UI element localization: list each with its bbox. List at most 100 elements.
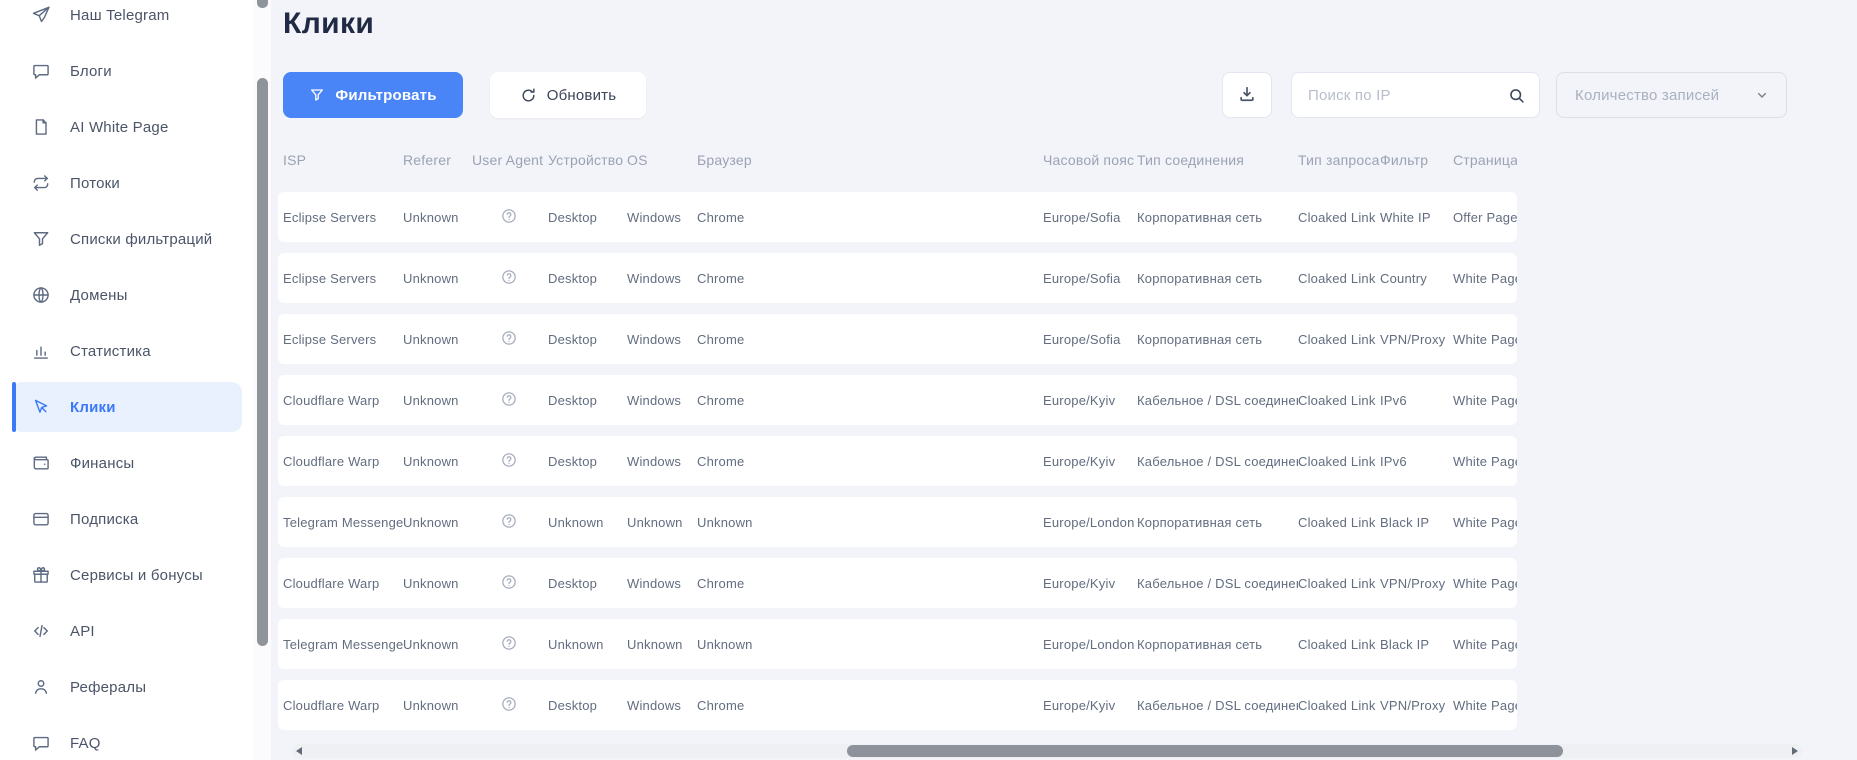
sidebar-item-services[interactable]: Сервисы и бонусы — [12, 550, 242, 600]
page-icon — [31, 117, 51, 137]
records-select[interactable]: Количество записей — [1556, 72, 1787, 118]
cell-isp: Telegram Messenger — [278, 515, 403, 530]
refresh-button[interactable]: Обновить — [490, 72, 646, 118]
search-icon[interactable] — [1507, 86, 1526, 105]
cell-os: Windows — [627, 454, 697, 469]
main-vertical-scrollbar[interactable] — [253, 0, 271, 760]
search-box — [1291, 72, 1540, 118]
user-agent-question-circle-icon[interactable] — [500, 329, 518, 347]
cell-timezone: Europe/Kyiv — [1043, 393, 1137, 408]
cell-timezone: Europe/Sofia — [1043, 210, 1137, 225]
cell-filter: IPv6 — [1380, 393, 1453, 408]
sidebar-item-referrals[interactable]: Рефералы — [12, 662, 242, 712]
cell-page: White Page — [1453, 332, 1517, 347]
cell-os: Unknown — [627, 515, 697, 530]
cell-os: Windows — [627, 332, 697, 347]
cell-connection: Кабельное / DSL соединение — [1137, 454, 1298, 469]
horizontal-scrollbar-thumb[interactable] — [847, 745, 1563, 757]
refresh-button-label: Обновить — [547, 87, 617, 104]
user-agent-question-circle-icon[interactable] — [500, 512, 518, 530]
cell-user-agent — [472, 390, 548, 411]
cell-request-type: Cloaked Link — [1298, 393, 1380, 408]
cell-page: White Page — [1453, 454, 1517, 469]
table-row: Cloudflare WarpUnknownDesktopWindowsChro… — [278, 558, 1517, 608]
user-agent-question-circle-icon[interactable] — [500, 207, 518, 225]
cell-user-agent — [472, 695, 548, 716]
card-icon — [31, 509, 51, 529]
column-header: Фильтр — [1380, 152, 1453, 168]
cell-referer: Unknown — [403, 210, 472, 225]
cell-browser: Chrome — [697, 332, 1043, 347]
sidebar-item-label: Рефералы — [70, 679, 146, 696]
sidebar-item-faq[interactable]: FAQ — [12, 718, 242, 760]
sidebar-item-label: Клики — [70, 399, 116, 416]
cell-page: Offer Page — [1453, 210, 1517, 225]
vertical-scrollbar-thumb[interactable] — [257, 78, 268, 646]
filter-button[interactable]: Фильтровать — [283, 72, 463, 118]
column-header: ISP — [278, 152, 403, 168]
cell-filter: White IP — [1380, 210, 1453, 225]
user-agent-question-circle-icon[interactable] — [500, 573, 518, 591]
sidebar-item-label: FAQ — [70, 735, 101, 752]
sidebar-item-clicks[interactable]: Клики — [12, 382, 242, 432]
cell-referer: Unknown — [403, 637, 472, 652]
user-agent-question-circle-icon[interactable] — [500, 634, 518, 652]
user-agent-question-circle-icon[interactable] — [500, 268, 518, 286]
table-row: Cloudflare WarpUnknownDesktopWindowsChro… — [278, 375, 1517, 425]
scroll-right-arrow-icon[interactable] — [1792, 747, 1798, 755]
cell-connection: Кабельное / DSL соединение — [1137, 576, 1298, 591]
cell-page: White Page — [1453, 698, 1517, 713]
cell-isp: Cloudflare Warp — [278, 454, 403, 469]
sidebar-item-domains[interactable]: Домены — [12, 270, 242, 320]
sidebar-item-ai-white-page[interactable]: AI White Page — [12, 102, 242, 152]
download-button[interactable] — [1222, 72, 1272, 118]
funnel-icon — [309, 87, 325, 103]
vertical-scrollbar-thumb-top[interactable] — [257, 0, 268, 8]
cell-connection: Кабельное / DSL соединение — [1137, 698, 1298, 713]
records-select-label: Количество записей — [1575, 87, 1719, 104]
refresh-icon — [520, 87, 537, 104]
sidebar: Наш Telegram Блоги AI White Page Потоки Спис… — [0, 0, 253, 760]
cell-device: Desktop — [548, 454, 627, 469]
horizontal-scrollbar[interactable] — [292, 744, 1802, 758]
sidebar-item-label: Сервисы и бонусы — [70, 567, 203, 584]
sidebar-item-api[interactable]: API — [12, 606, 242, 656]
cell-request-type: Cloaked Link — [1298, 698, 1380, 713]
sidebar-item-statistics[interactable]: Статистика — [12, 326, 242, 376]
cell-referer: Unknown — [403, 698, 472, 713]
main-content: Клики Фильтровать Обновить Количество за… — [271, 0, 1857, 760]
cell-page: White Page — [1453, 271, 1517, 286]
sidebar-item-label: Подписка — [70, 511, 138, 528]
sidebar-item-blogs[interactable]: Блоги — [12, 46, 242, 96]
sidebar-item-filter-lists[interactable]: Списки фильтраций — [12, 214, 242, 264]
table-row: Eclipse ServersUnknownDesktopWindowsChro… — [278, 253, 1517, 303]
cell-page: White Page — [1453, 576, 1517, 591]
cell-user-agent — [472, 573, 548, 594]
user-agent-question-circle-icon[interactable] — [500, 695, 518, 713]
person-icon — [31, 677, 51, 697]
user-agent-question-circle-icon[interactable] — [500, 390, 518, 408]
sidebar-item-flows[interactable]: Потоки — [12, 158, 242, 208]
sidebar-nav: Наш Telegram Блоги AI White Page Потоки Спис… — [0, 0, 253, 760]
cell-user-agent — [472, 512, 548, 533]
sidebar-item-label: Потоки — [70, 175, 120, 192]
user-agent-question-circle-icon[interactable] — [500, 451, 518, 469]
sidebar-item-telegram[interactable]: Наш Telegram — [12, 0, 242, 40]
sidebar-item-label: Статистика — [70, 343, 151, 360]
cell-timezone: Europe/London — [1043, 637, 1137, 652]
cell-referer: Unknown — [403, 576, 472, 591]
cell-page: White Page — [1453, 393, 1517, 408]
cell-request-type: Cloaked Link — [1298, 515, 1380, 530]
cell-isp: Cloudflare Warp — [278, 698, 403, 713]
scroll-left-arrow-icon[interactable] — [296, 747, 302, 755]
sidebar-item-label: Домены — [70, 287, 128, 304]
sidebar-item-label: Блоги — [70, 63, 112, 80]
sidebar-item-finance[interactable]: Финансы — [12, 438, 242, 488]
search-input[interactable] — [1292, 73, 1508, 117]
cell-referer: Unknown — [403, 271, 472, 286]
cell-device: Desktop — [548, 698, 627, 713]
cell-filter: VPN/Proxy — [1380, 576, 1453, 591]
column-header: Часовой пояс — [1043, 152, 1137, 168]
cell-os: Windows — [627, 393, 697, 408]
sidebar-item-subscription[interactable]: Подписка — [12, 494, 242, 544]
